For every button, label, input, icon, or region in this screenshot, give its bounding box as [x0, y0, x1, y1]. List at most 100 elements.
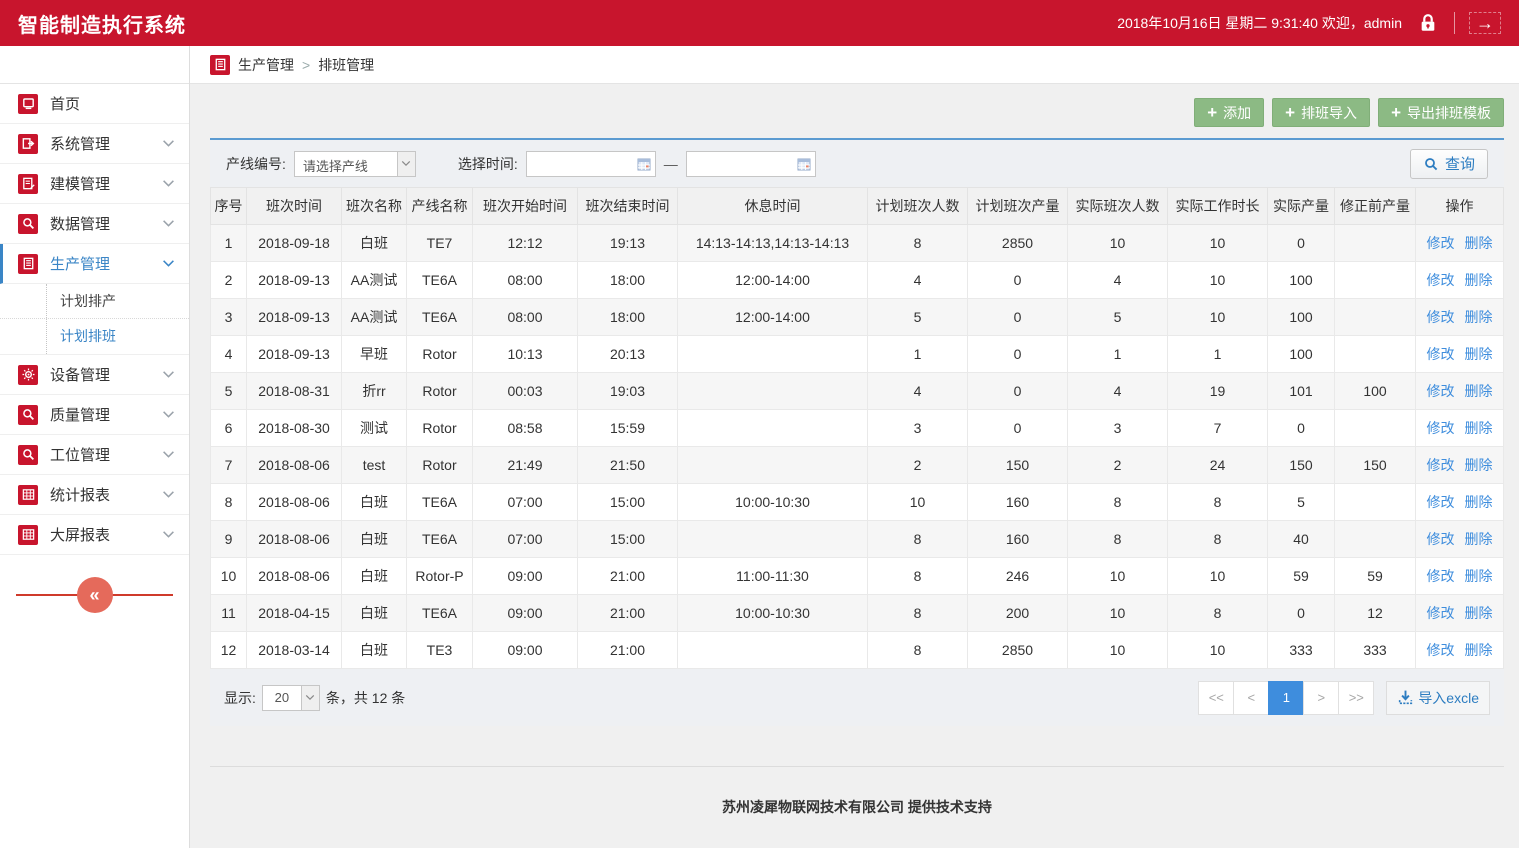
sidebar-item-window[interactable]: 首页	[0, 84, 189, 124]
edit-link[interactable]: 修改	[1427, 605, 1455, 621]
table-cell: 0	[968, 410, 1068, 447]
breadcrumb-page: 排班管理	[318, 55, 374, 75]
actions-cell: 修改删除	[1416, 336, 1504, 373]
chevron-down-icon	[162, 219, 175, 228]
table-cell: 6	[211, 410, 247, 447]
shift-import-button[interactable]: + 排班导入	[1272, 98, 1370, 127]
delete-link[interactable]: 删除	[1465, 605, 1493, 621]
table-cell: 0	[1268, 225, 1335, 262]
import-excel-button[interactable]: 导入excle	[1386, 681, 1490, 715]
edit-link[interactable]: 修改	[1427, 457, 1455, 473]
delete-link[interactable]: 删除	[1465, 420, 1493, 436]
table-cell: 1	[1168, 336, 1268, 373]
page-size-select[interactable]: 20	[262, 685, 320, 711]
last-page-button[interactable]: >>	[1338, 681, 1374, 715]
edit-link[interactable]: 修改	[1427, 568, 1455, 584]
table-cell: 4	[1068, 373, 1168, 410]
delete-link[interactable]: 删除	[1465, 383, 1493, 399]
table-cell: 8	[1168, 521, 1268, 558]
show-label: 显示:	[224, 688, 256, 708]
table-cell	[1335, 225, 1416, 262]
lock-icon[interactable]	[1416, 11, 1440, 35]
edit-link[interactable]: 修改	[1427, 383, 1455, 399]
start-date-input[interactable]	[526, 151, 656, 177]
export-template-button[interactable]: + 导出排班模板	[1378, 98, 1504, 127]
table-cell: 19:13	[578, 225, 678, 262]
grid-icon	[18, 485, 38, 505]
table-cell: 12	[1335, 595, 1416, 632]
prev-page-button[interactable]: <	[1233, 681, 1269, 715]
delete-link[interactable]: 删除	[1465, 531, 1493, 547]
table-cell: 08:00	[473, 262, 578, 299]
delete-link[interactable]: 删除	[1465, 235, 1493, 251]
table-cell: 21:00	[578, 595, 678, 632]
sidebar-item-magnifier[interactable]: 数据管理	[0, 204, 189, 244]
sidebar-item-label: 数据管理	[50, 213, 110, 234]
breadcrumb-section[interactable]: 生产管理	[238, 55, 294, 75]
sidebar-item-grid[interactable]: 大屏报表	[0, 515, 189, 555]
line-number-label: 产线编号:	[226, 154, 286, 174]
edit-link[interactable]: 修改	[1427, 272, 1455, 288]
delete-link[interactable]: 删除	[1465, 272, 1493, 288]
end-date-input[interactable]	[686, 151, 816, 177]
logout-icon[interactable]: →	[1469, 12, 1501, 34]
delete-link[interactable]: 删除	[1465, 494, 1493, 510]
line-select[interactable]: 请选择产线	[294, 151, 416, 177]
table-cell: 白班	[342, 484, 407, 521]
table-cell	[678, 521, 868, 558]
edit-link[interactable]: 修改	[1427, 642, 1455, 658]
edit-link[interactable]: 修改	[1427, 346, 1455, 362]
sidebar-item-gear[interactable]: 设备管理	[0, 355, 189, 395]
delete-link[interactable]: 删除	[1465, 642, 1493, 658]
delete-link[interactable]: 删除	[1465, 568, 1493, 584]
sidebar-subitem[interactable]: 计划排班	[0, 319, 189, 354]
chevron-down-icon	[162, 490, 175, 499]
table-cell: 2018-08-06	[247, 558, 342, 595]
edit-link[interactable]: 修改	[1427, 531, 1455, 547]
first-page-button[interactable]: <<	[1198, 681, 1234, 715]
collapse-sidebar-button[interactable]: «	[77, 577, 113, 613]
chevron-down-icon	[162, 179, 175, 188]
table-cell: 4	[868, 262, 968, 299]
delete-link[interactable]: 删除	[1465, 309, 1493, 325]
table-cell: 10	[1168, 632, 1268, 669]
table-cell: 21:00	[578, 632, 678, 669]
sidebar-item-export[interactable]: 系统管理	[0, 124, 189, 164]
table-cell	[1335, 484, 1416, 521]
table-cell: 100	[1335, 373, 1416, 410]
search-button[interactable]: 查询	[1410, 149, 1488, 179]
sidebar-item-clipboard[interactable]: 建模管理	[0, 164, 189, 204]
delete-link[interactable]: 删除	[1465, 457, 1493, 473]
column-header: 实际产量	[1268, 188, 1335, 225]
table-cell: 白班	[342, 225, 407, 262]
table-cell: 18:00	[578, 262, 678, 299]
table-cell: 0	[1268, 410, 1335, 447]
edit-link[interactable]: 修改	[1427, 235, 1455, 251]
table-cell: 20:13	[578, 336, 678, 373]
sidebar-item-document[interactable]: 生产管理	[0, 244, 189, 284]
add-button[interactable]: + 添加	[1194, 98, 1264, 127]
sidebar-item-magnifier[interactable]: 质量管理	[0, 395, 189, 435]
search-icon	[1423, 156, 1439, 172]
edit-link[interactable]: 修改	[1427, 494, 1455, 510]
sidebar-subitem[interactable]: 计划排产	[0, 284, 189, 319]
table-cell: 折rr	[342, 373, 407, 410]
edit-link[interactable]: 修改	[1427, 420, 1455, 436]
next-page-button[interactable]: >	[1303, 681, 1339, 715]
table-cell: 0	[968, 299, 1068, 336]
table-cell: 10:00-10:30	[678, 484, 868, 521]
sidebar-item-magnifier[interactable]: 工位管理	[0, 435, 189, 475]
column-header: 计划班次人数	[868, 188, 968, 225]
edit-link[interactable]: 修改	[1427, 309, 1455, 325]
sidebar-item-grid[interactable]: 统计报表	[0, 475, 189, 515]
table-cell: 08:00	[473, 299, 578, 336]
column-header: 班次结束时间	[578, 188, 678, 225]
table-cell: Rotor	[407, 373, 473, 410]
table-cell: 2	[1068, 447, 1168, 484]
table-row: 62018-08-30测试Rotor08:5815:5930370修改删除	[211, 410, 1504, 447]
table-cell: 测试	[342, 410, 407, 447]
current-page-button[interactable]: 1	[1268, 681, 1304, 715]
table-cell: 2018-08-30	[247, 410, 342, 447]
table-cell: 3	[211, 299, 247, 336]
delete-link[interactable]: 删除	[1465, 346, 1493, 362]
